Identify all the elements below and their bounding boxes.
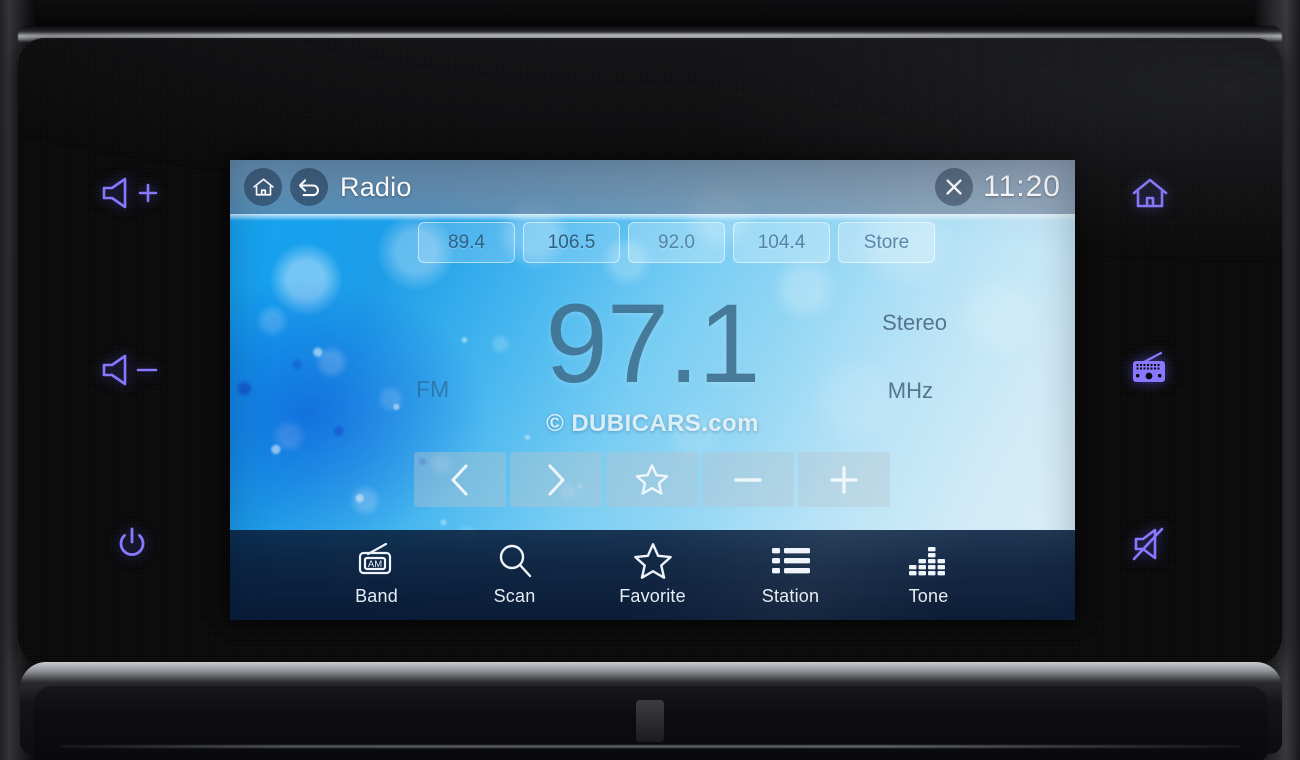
equalizer-icon-wrap bbox=[908, 543, 950, 579]
header-sheen bbox=[230, 214, 1075, 221]
favorite-button[interactable] bbox=[606, 452, 698, 507]
speaker-plus-icon bbox=[102, 177, 158, 209]
speaker-minus-icon bbox=[102, 354, 158, 386]
header-back-button[interactable] bbox=[290, 168, 328, 206]
page-title: Radio bbox=[340, 171, 412, 202]
star-icon-wrap bbox=[633, 543, 673, 579]
screen-header-bar: Radio 11:20 bbox=[230, 160, 1075, 214]
preset-button-1[interactable]: 89.4 bbox=[418, 222, 515, 263]
mute-key[interactable] bbox=[1122, 516, 1178, 572]
bottom-nav-bar: AM Band Scan Favorite Station Tone bbox=[230, 530, 1075, 620]
frequency-value: 97.1 bbox=[545, 281, 761, 406]
search-icon-wrap bbox=[496, 543, 534, 579]
home-icon bbox=[1132, 178, 1168, 208]
nav-label-band: Band bbox=[355, 586, 398, 606]
preset-button-2[interactable]: 106.5 bbox=[523, 222, 620, 263]
back-arrow-icon bbox=[298, 179, 319, 197]
nav-label-tone: Tone bbox=[908, 586, 949, 606]
nav-item-station[interactable]: Station bbox=[722, 543, 860, 607]
plus-icon bbox=[830, 465, 858, 494]
header-home-button[interactable] bbox=[244, 168, 282, 206]
radio-icon bbox=[1133, 351, 1165, 382]
minus-icon bbox=[734, 477, 762, 482]
dashboard-vent-tab bbox=[636, 700, 664, 742]
chevron-right-icon bbox=[548, 464, 565, 495]
nav-item-scan[interactable]: Scan bbox=[446, 543, 584, 607]
dashboard-vent-slat bbox=[60, 745, 1240, 748]
search-icon bbox=[499, 544, 531, 578]
frequency-unit-label: MHz bbox=[887, 378, 933, 403]
volume-down-key[interactable] bbox=[90, 345, 174, 395]
close-x-icon bbox=[946, 179, 962, 195]
nav-label-scan: Scan bbox=[493, 586, 536, 606]
tune-down-button[interactable] bbox=[702, 452, 794, 507]
stereo-indicator: Stereo bbox=[882, 310, 947, 335]
nav-label-favorite: Favorite bbox=[619, 586, 686, 606]
power-icon bbox=[119, 527, 145, 556]
svg-text:AM: AM bbox=[367, 559, 381, 570]
nav-item-favorite[interactable]: Favorite bbox=[584, 543, 722, 607]
preset-row: 89.4 106.5 92.0 104.4 Store bbox=[418, 222, 935, 263]
chevron-left-icon bbox=[451, 464, 468, 495]
nav-label-station: Station bbox=[761, 586, 820, 606]
header-close-button[interactable] bbox=[935, 168, 974, 206]
tune-up-button[interactable] bbox=[798, 452, 890, 507]
equalizer-icon bbox=[908, 547, 945, 576]
seek-down-button[interactable] bbox=[414, 452, 506, 507]
speaker-mute-icon bbox=[1132, 527, 1164, 561]
seek-up-button[interactable] bbox=[510, 452, 602, 507]
preset-button-4[interactable]: 104.4 bbox=[733, 222, 830, 263]
power-key[interactable] bbox=[104, 516, 160, 572]
star-icon bbox=[635, 464, 669, 495]
screenshot-stage: Radio 11:20 89.4 106.5 92.0 104.4 Store bbox=[0, 0, 1300, 760]
touchscreen-display[interactable]: Radio 11:20 89.4 106.5 92.0 104.4 Store bbox=[230, 160, 1075, 620]
preset-button-3[interactable]: 92.0 bbox=[628, 222, 725, 263]
home-icon bbox=[252, 177, 274, 196]
head-unit-body: Radio 11:20 89.4 106.5 92.0 104.4 Store bbox=[18, 38, 1282, 666]
volume-up-key[interactable] bbox=[90, 168, 174, 218]
clock: 11:20 bbox=[983, 170, 1061, 203]
band-label: FM bbox=[416, 376, 450, 402]
nav-item-tone[interactable]: Tone bbox=[860, 543, 998, 607]
list-icon-wrap bbox=[771, 543, 811, 579]
radio-key[interactable] bbox=[1122, 340, 1178, 396]
star-icon bbox=[633, 543, 672, 579]
tuner-control-row bbox=[414, 452, 890, 507]
store-preset-button[interactable]: Store bbox=[838, 222, 935, 263]
tuner-display: 97.1 FM Stereo MHz bbox=[230, 288, 1075, 428]
header-right-group: 11:20 bbox=[935, 168, 1061, 206]
nav-item-band[interactable]: AM Band bbox=[308, 543, 446, 607]
home-key[interactable] bbox=[1122, 166, 1178, 222]
am-radio-icon: AM bbox=[358, 543, 391, 575]
watermark: © DUBICARS.com bbox=[546, 410, 759, 437]
list-icon bbox=[771, 548, 810, 574]
am-radio-icon-wrap: AM bbox=[356, 543, 398, 579]
